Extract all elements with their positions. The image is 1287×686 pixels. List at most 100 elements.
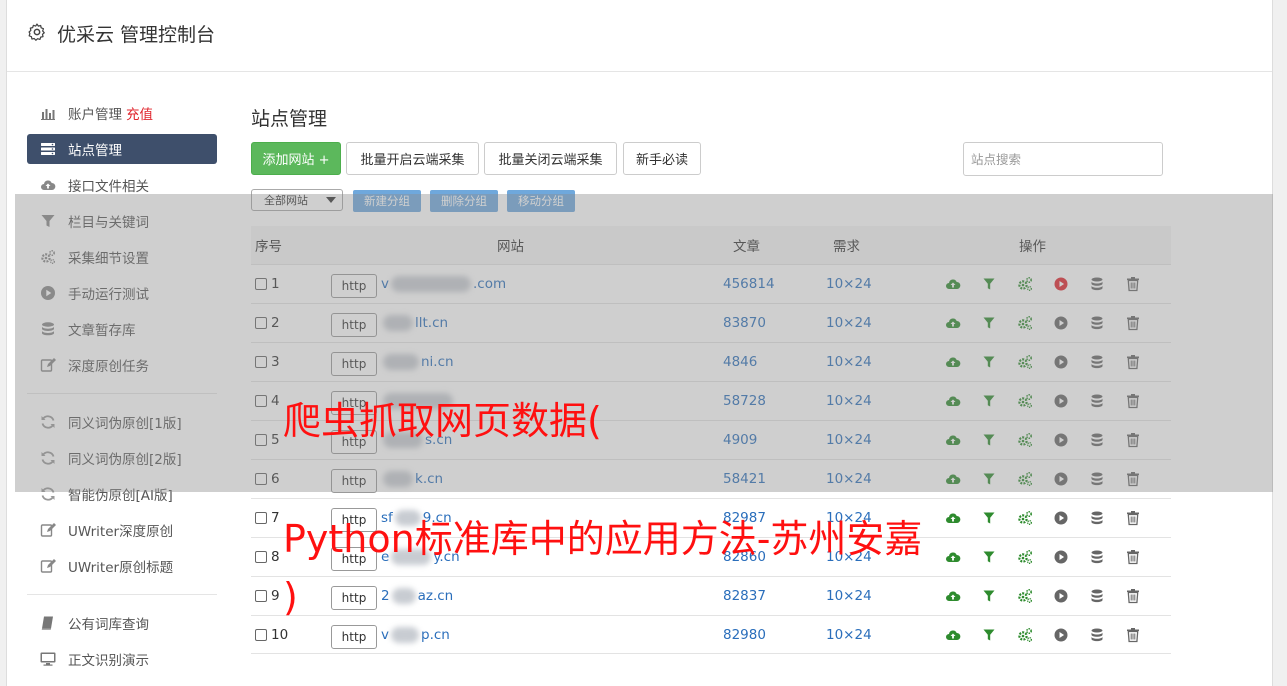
database-icon[interactable]	[1079, 627, 1115, 643]
trash-icon[interactable]	[1115, 588, 1151, 604]
article-count-link[interactable]: 83870	[723, 304, 766, 342]
play-circle-icon[interactable]	[1043, 471, 1079, 487]
site-domain[interactable]: llt.cn	[381, 304, 448, 342]
site-domain[interactable]: k.cn	[381, 460, 443, 498]
article-count-link[interactable]: 58728	[723, 382, 766, 420]
move-group-button[interactable]: 移动分组	[507, 190, 575, 212]
sidebar-item-group3-0[interactable]: 公有词库查询	[27, 605, 217, 641]
trash-icon[interactable]	[1115, 354, 1151, 370]
play-circle-icon[interactable]	[1043, 315, 1079, 331]
filter-icon[interactable]	[971, 549, 1007, 565]
database-icon[interactable]	[1079, 432, 1115, 448]
cogs-icon[interactable]	[1007, 432, 1043, 448]
cloud-upload-icon[interactable]	[935, 354, 971, 370]
sidebar-item-group1-3[interactable]: 栏目与关键词	[27, 203, 217, 239]
article-count-link[interactable]: 82980	[723, 616, 766, 654]
site-domain[interactable]: 2 az.cn	[381, 577, 453, 615]
cogs-icon[interactable]	[1007, 354, 1043, 370]
group-select[interactable]: 全部网站	[251, 189, 343, 211]
protocol-badge[interactable]: http	[331, 469, 377, 493]
play-circle-icon[interactable]	[1043, 588, 1079, 604]
site-search-input[interactable]	[963, 142, 1163, 176]
demand-link[interactable]: 10×24	[826, 577, 872, 615]
sidebar-item-group1-2[interactable]: 接口文件相关	[27, 167, 217, 203]
filter-icon[interactable]	[971, 393, 1007, 409]
cogs-icon[interactable]	[1007, 471, 1043, 487]
cloud-upload-icon[interactable]	[935, 627, 971, 643]
new-group-button[interactable]: 新建分组	[353, 190, 421, 212]
cogs-icon[interactable]	[1007, 315, 1043, 331]
demand-link[interactable]: 10×24	[826, 304, 872, 342]
row-checkbox[interactable]	[255, 356, 267, 368]
protocol-badge[interactable]: http	[331, 313, 377, 337]
row-checkbox[interactable]	[255, 317, 267, 329]
sidebar-item-group2-0[interactable]: 同义词伪原创[1版]	[27, 404, 217, 440]
filter-icon[interactable]	[971, 471, 1007, 487]
sidebar-item-group2-2[interactable]: 智能伪原创[AI版]	[27, 476, 217, 512]
trash-icon[interactable]	[1115, 315, 1151, 331]
cogs-icon[interactable]	[1007, 588, 1043, 604]
sidebar-item-group1-4[interactable]: 采集细节设置	[27, 239, 217, 275]
database-icon[interactable]	[1079, 276, 1115, 292]
article-count-link[interactable]: 58421	[723, 460, 766, 498]
cogs-icon[interactable]	[1007, 393, 1043, 409]
protocol-badge[interactable]: http	[331, 625, 377, 649]
database-icon[interactable]	[1079, 354, 1115, 370]
demand-link[interactable]: 10×24	[826, 421, 872, 459]
play-circle-icon[interactable]	[1043, 393, 1079, 409]
trash-icon[interactable]	[1115, 471, 1151, 487]
filter-icon[interactable]	[971, 354, 1007, 370]
cloud-upload-icon[interactable]	[935, 588, 971, 604]
row-checkbox[interactable]	[255, 278, 267, 290]
filter-icon[interactable]	[971, 588, 1007, 604]
cogs-icon[interactable]	[1007, 627, 1043, 643]
sidebar-item-group2-3[interactable]: UWriter深度原创	[27, 512, 217, 548]
play-circle-icon[interactable]	[1043, 432, 1079, 448]
guide-button[interactable]: 新手必读	[623, 142, 701, 175]
trash-icon[interactable]	[1115, 549, 1151, 565]
database-icon[interactable]	[1079, 510, 1115, 526]
add-site-button[interactable]: 添加网站 +	[251, 142, 341, 175]
database-icon[interactable]	[1079, 549, 1115, 565]
trash-icon[interactable]	[1115, 432, 1151, 448]
cloud-upload-icon[interactable]	[935, 432, 971, 448]
play-circle-icon[interactable]	[1043, 276, 1079, 292]
demand-link[interactable]: 10×24	[826, 460, 872, 498]
article-count-link[interactable]: 4909	[723, 421, 757, 459]
database-icon[interactable]	[1079, 588, 1115, 604]
demand-link[interactable]: 10×24	[826, 616, 872, 654]
sidebar-item-group1-6[interactable]: 文章暂存库	[27, 311, 217, 347]
protocol-badge[interactable]: http	[331, 352, 377, 376]
database-icon[interactable]	[1079, 315, 1115, 331]
filter-icon[interactable]	[971, 627, 1007, 643]
demand-link[interactable]: 10×24	[826, 382, 872, 420]
sidebar-item-group2-4[interactable]: UWriter原创标题	[27, 548, 217, 584]
filter-icon[interactable]	[971, 315, 1007, 331]
sidebar-item-group2-1[interactable]: 同义词伪原创[2版]	[27, 440, 217, 476]
cloud-upload-icon[interactable]	[935, 510, 971, 526]
sidebar-item-group1-5[interactable]: 手动运行测试	[27, 275, 217, 311]
article-count-link[interactable]: 4846	[723, 343, 757, 381]
sidebar-item-group1-1[interactable]: 站点管理	[27, 134, 217, 164]
demand-link[interactable]: 10×24	[826, 343, 872, 381]
batch-enable-cloud-button[interactable]: 批量开启云端采集	[346, 142, 479, 175]
row-checkbox[interactable]	[255, 434, 267, 446]
row-checkbox[interactable]	[255, 512, 267, 524]
cogs-icon[interactable]	[1007, 549, 1043, 565]
trash-icon[interactable]	[1115, 393, 1151, 409]
row-checkbox[interactable]	[255, 629, 267, 641]
row-checkbox[interactable]	[255, 551, 267, 563]
row-checkbox[interactable]	[255, 395, 267, 407]
cloud-upload-icon[interactable]	[935, 393, 971, 409]
play-circle-icon[interactable]	[1043, 627, 1079, 643]
article-count-link[interactable]: 456814	[723, 265, 775, 303]
protocol-badge[interactable]: http	[331, 274, 377, 298]
protocol-badge[interactable]: http	[331, 586, 377, 610]
article-count-link[interactable]: 82837	[723, 577, 766, 615]
row-checkbox[interactable]	[255, 473, 267, 485]
cloud-upload-icon[interactable]	[935, 471, 971, 487]
filter-icon[interactable]	[971, 276, 1007, 292]
database-icon[interactable]	[1079, 471, 1115, 487]
sidebar-item-group3-1[interactable]: 正文识别演示	[27, 641, 217, 677]
site-domain[interactable]: ni.cn	[381, 343, 454, 381]
